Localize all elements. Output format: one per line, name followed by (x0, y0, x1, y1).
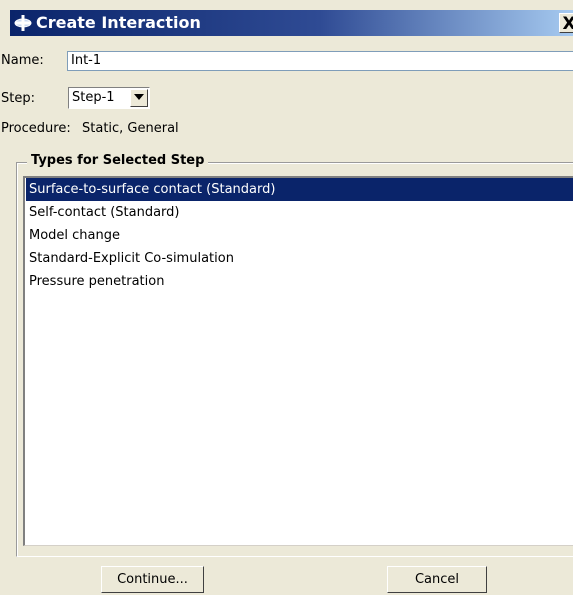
types-group-legend: Types for Selected Step (27, 151, 209, 171)
cancel-button-label: Cancel (414, 572, 460, 587)
create-interaction-dialog: Create Interaction X Name: Int-1 Step: S… (0, 0, 573, 595)
name-input[interactable]: Int-1 (67, 51, 573, 71)
types-listbox[interactable]: Surface-to-surface contact (Standard) Sel… (23, 176, 573, 546)
name-label: Name: (1, 53, 44, 68)
procedure-value: Static, General (82, 121, 179, 136)
list-item[interactable]: Standard-Explicit Co-simulation (26, 247, 573, 270)
continue-button-label: Continue... (117, 572, 188, 587)
cancel-button[interactable]: Cancel (387, 566, 487, 593)
list-item[interactable]: Model change (26, 224, 573, 247)
close-button[interactable]: X (559, 13, 573, 34)
step-select[interactable]: Step-1 (68, 87, 150, 109)
continue-button[interactable]: Continue... (101, 566, 204, 593)
step-label: Step: (1, 91, 35, 106)
title-bar[interactable]: Create Interaction X (10, 10, 573, 36)
step-select-value: Step-1 (72, 90, 115, 105)
dropdown-arrow-icon[interactable] (130, 89, 148, 107)
list-item[interactable]: Pressure penetration (26, 270, 573, 293)
app-icon (14, 14, 32, 32)
list-item[interactable]: Surface-to-surface contact (Standard) (26, 178, 573, 201)
list-item[interactable]: Self-contact (Standard) (26, 201, 573, 224)
dialog-title: Create Interaction (36, 13, 201, 32)
close-icon: X (562, 14, 573, 34)
name-input-value: Int-1 (71, 53, 102, 68)
procedure-label: Procedure: (1, 121, 71, 136)
